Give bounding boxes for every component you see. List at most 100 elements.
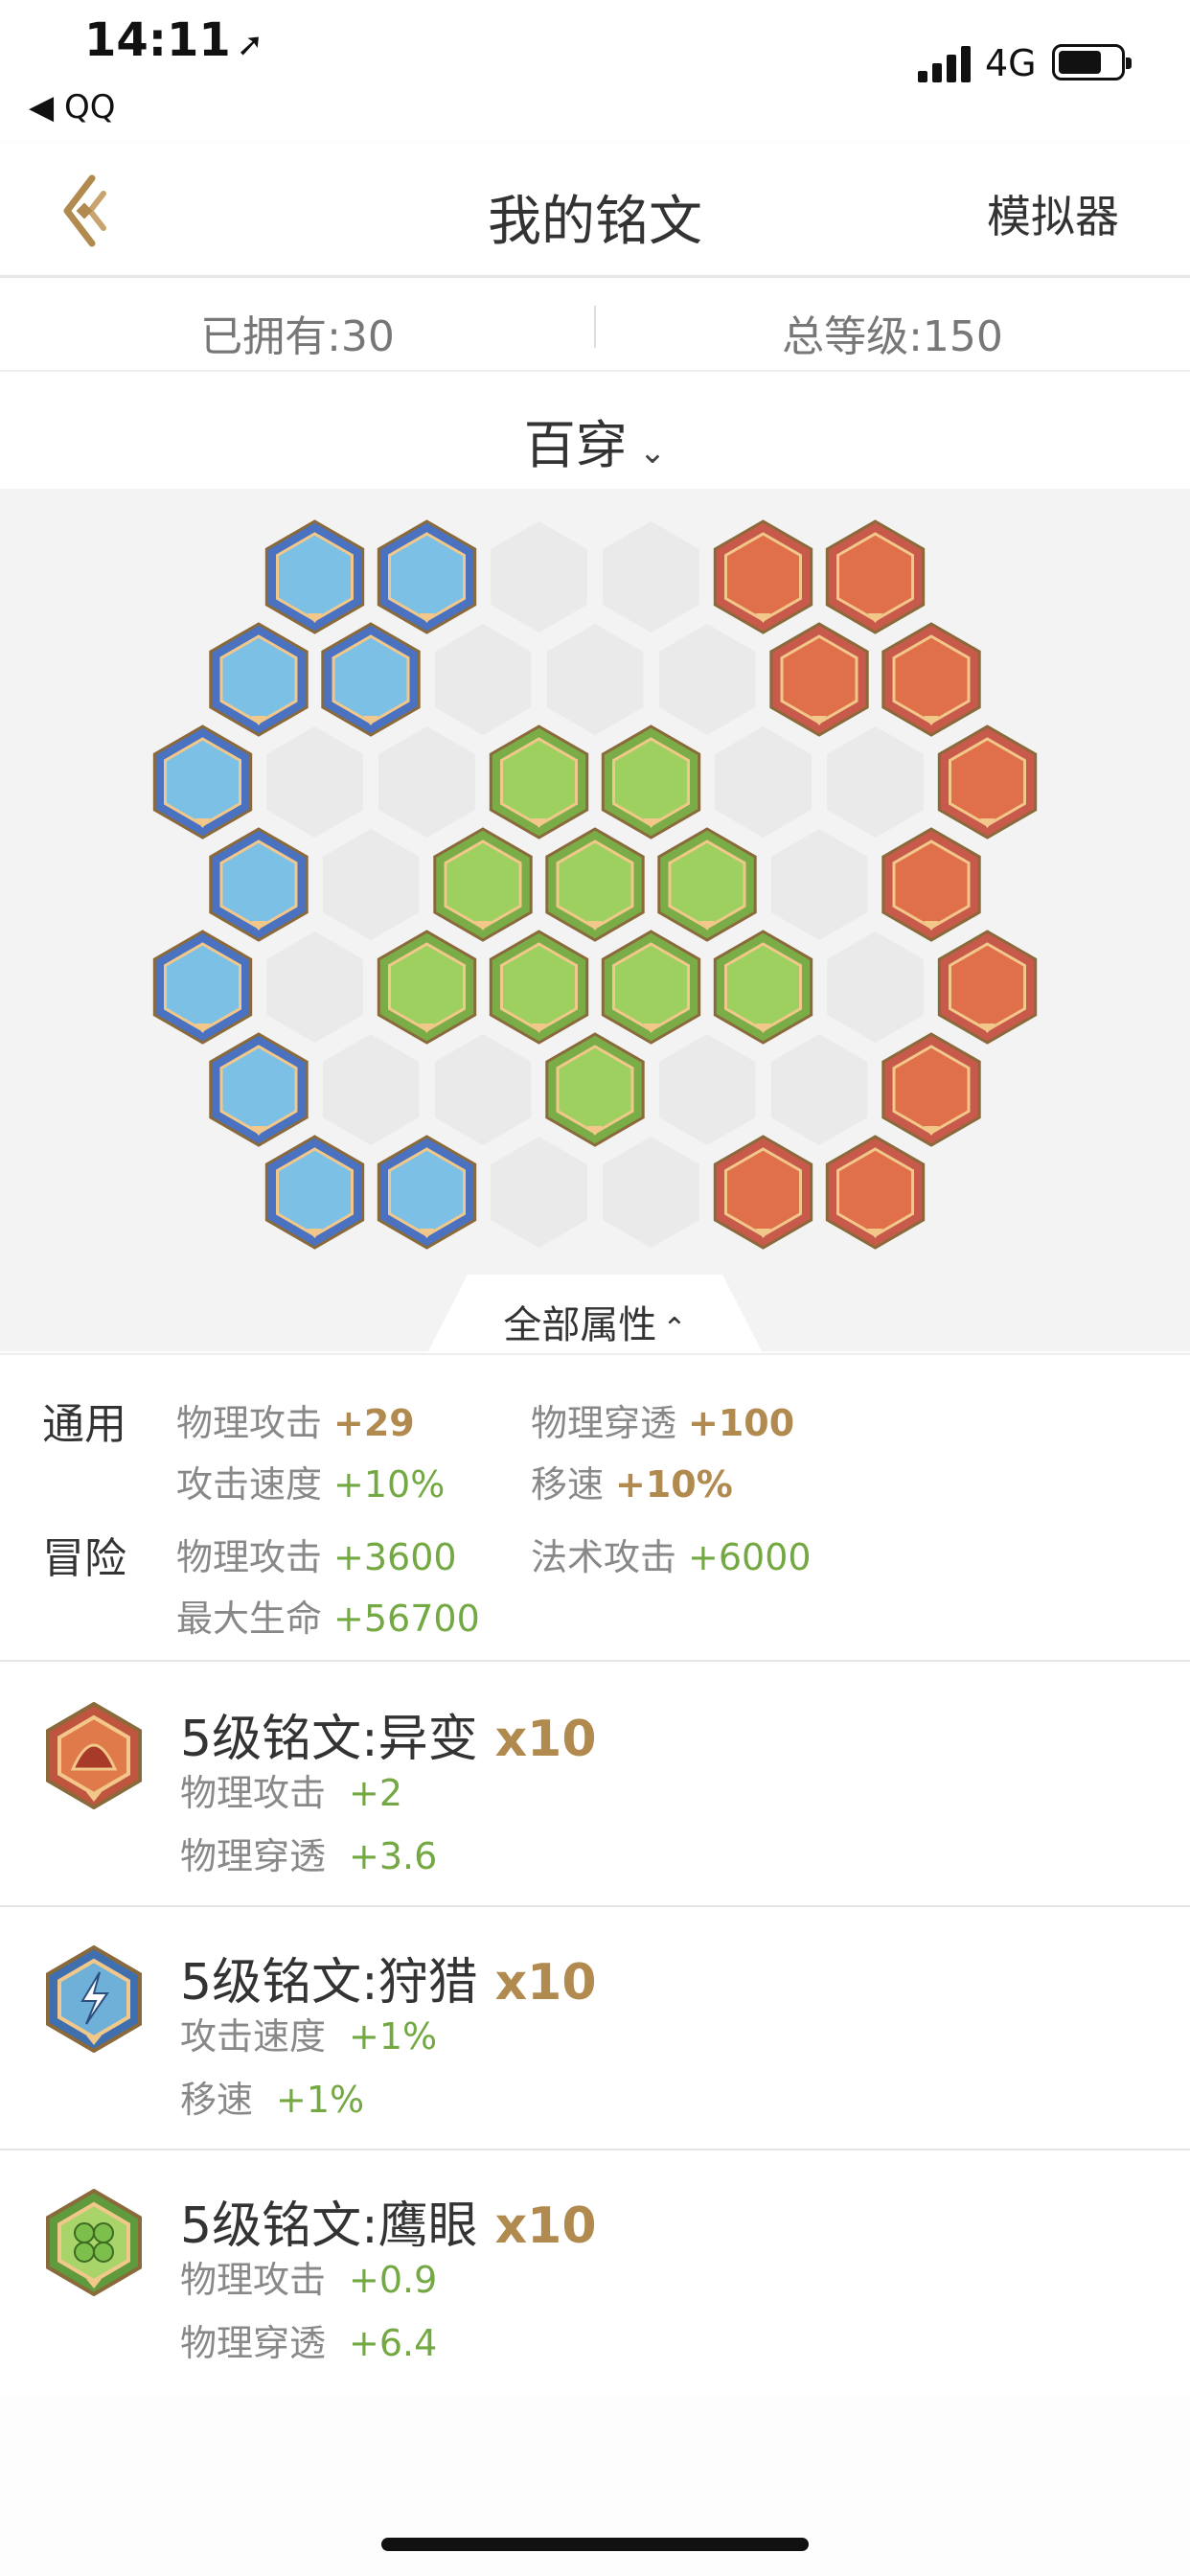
blue-rune-slot[interactable] xyxy=(209,1032,309,1147)
rune-title: 5级铭文:异变 x10 xyxy=(180,1698,597,1770)
preset-dropdown[interactable]: 百穿 ⌄ xyxy=(0,402,1190,478)
empty-rune-slot[interactable] xyxy=(827,932,924,1043)
attribute-name: 物理攻击 xyxy=(176,1536,323,1578)
empty-rune-slot[interactable] xyxy=(266,932,363,1043)
green-rune-slot[interactable] xyxy=(489,930,589,1045)
empty-rune-slot[interactable] xyxy=(378,726,475,838)
all-attributes-text: 全部属性 xyxy=(503,1303,657,1347)
blue-rune-slot[interactable] xyxy=(152,930,253,1045)
red-rune-slot[interactable] xyxy=(881,1032,981,1147)
empty-rune-slot[interactable] xyxy=(491,521,587,632)
rune-board xyxy=(0,489,1190,1351)
hex-slot-shape xyxy=(770,829,868,940)
red-rune-slot[interactable] xyxy=(825,519,926,634)
hex-slot-shape xyxy=(658,624,756,735)
category-general: 通用 xyxy=(42,1400,126,1449)
green-rune-slot[interactable] xyxy=(601,724,701,840)
green-rune-slot[interactable] xyxy=(489,724,589,840)
red-rune-slot[interactable] xyxy=(713,519,813,634)
empty-rune-slot[interactable] xyxy=(491,1137,587,1248)
green-rune-slot[interactable] xyxy=(601,930,701,1045)
green-rune-slot[interactable] xyxy=(657,827,757,942)
all-attributes-toggle[interactable]: 全部属性 ⌃ xyxy=(427,1275,763,1353)
empty-rune-slot[interactable] xyxy=(603,1137,699,1248)
green-rune-slot[interactable] xyxy=(377,930,477,1045)
rune-stat: 物理穿透 +6.4 xyxy=(180,2313,437,2366)
attribute-item: 物理穿透 +100 xyxy=(531,1393,794,1446)
green-rune-slot[interactable] xyxy=(713,930,813,1045)
rune-count: x10 xyxy=(494,1711,597,1768)
hex-slot-shape xyxy=(603,1137,699,1248)
empty-rune-slot[interactable] xyxy=(658,624,756,735)
rune-list-item[interactable]: 5级铭文:鹰眼 x10 物理攻击 +0.9 物理穿透 +6.4 xyxy=(0,2150,1190,2394)
empty-rune-slot[interactable] xyxy=(434,624,532,735)
empty-rune-slot[interactable] xyxy=(827,726,924,838)
blue-rune-slot[interactable] xyxy=(321,622,421,737)
double-chevron-down-icon: ⌄ xyxy=(638,433,667,472)
red-rune-slot[interactable] xyxy=(713,1135,813,1250)
blue-rune-slot[interactable] xyxy=(264,519,365,634)
red-rune-slot[interactable] xyxy=(881,827,981,942)
blue-rune-slot[interactable] xyxy=(377,1135,477,1250)
rune-stat-name: 物理穿透 xyxy=(180,1835,327,1877)
back-to-app-link[interactable]: ◀ QQ xyxy=(29,88,115,126)
red-rune-slot[interactable] xyxy=(769,622,869,737)
attribute-item: 物理攻击 +29 xyxy=(176,1393,415,1446)
attribute-item: 攻击速度 +10% xyxy=(176,1455,445,1507)
rune-stat-value: +6.4 xyxy=(349,2322,438,2364)
rune-list-item[interactable]: 5级铭文:异变 x10 物理攻击 +2 物理穿透 +3.6 xyxy=(0,1664,1190,1907)
blue-rune-slot[interactable] xyxy=(264,1135,365,1250)
empty-rune-slot[interactable] xyxy=(322,1034,420,1145)
red-rune-slot[interactable] xyxy=(825,1135,926,1250)
blue-rune-slot[interactable] xyxy=(209,622,309,737)
attribute-value: +29 xyxy=(333,1402,415,1444)
hex-slot-shape xyxy=(434,1034,532,1145)
hex-slot-shape xyxy=(434,624,532,735)
hex-slot-shape xyxy=(827,726,924,838)
empty-rune-slot[interactable] xyxy=(770,829,868,940)
preset-selector[interactable]: 百穿 ⌄ xyxy=(0,374,1190,489)
status-time: 14:11 ➚ xyxy=(84,13,263,67)
hex-slot-shape xyxy=(322,829,420,940)
summary-stats: 已拥有:30 总等级:150 xyxy=(0,281,1190,372)
clock-text: 14:11 xyxy=(84,13,231,67)
signal-icon xyxy=(918,44,973,82)
empty-rune-slot[interactable] xyxy=(658,1034,756,1145)
rune-stat: 攻击速度 +1% xyxy=(180,2007,437,2059)
empty-rune-slot[interactable] xyxy=(434,1034,532,1145)
red-rune-slot[interactable] xyxy=(881,622,981,737)
rune-count: x10 xyxy=(494,1954,597,2012)
hex-slot-shape xyxy=(491,521,587,632)
empty-rune-slot[interactable] xyxy=(603,521,699,632)
hex-slot-shape xyxy=(546,624,644,735)
empty-rune-slot[interactable] xyxy=(266,726,363,838)
red-rune-icon xyxy=(46,1702,142,1809)
attribute-name: 移速 xyxy=(531,1463,605,1506)
red-rune-slot[interactable] xyxy=(937,724,1038,840)
blue-rune-slot[interactable] xyxy=(377,519,477,634)
blue-rune-slot[interactable] xyxy=(209,827,309,942)
empty-rune-slot[interactable] xyxy=(715,726,812,838)
red-rune-slot[interactable] xyxy=(937,930,1038,1045)
green-rune-slot[interactable] xyxy=(433,827,533,942)
category-adventure: 冒险 xyxy=(42,1534,126,1583)
blue-rune-slot[interactable] xyxy=(152,724,253,840)
hex-slot-shape xyxy=(266,932,363,1043)
green-rune-slot[interactable] xyxy=(545,1032,645,1147)
rune-board-grid xyxy=(152,519,1038,1250)
hex-slot-shape xyxy=(715,726,812,838)
status-bar: 14:11 ➚ ◀ QQ 4G xyxy=(0,0,1190,139)
green-rune-slot[interactable] xyxy=(545,827,645,942)
hex-slot-shape xyxy=(603,521,699,632)
preset-name: 百穿 xyxy=(523,415,628,475)
hex-slot-shape xyxy=(658,1034,756,1145)
empty-rune-slot[interactable] xyxy=(322,829,420,940)
empty-rune-slot[interactable] xyxy=(770,1034,868,1145)
hex-slot-shape xyxy=(322,1034,420,1145)
attribute-item: 法术攻击 +6000 xyxy=(531,1528,812,1580)
empty-rune-slot[interactable] xyxy=(546,624,644,735)
rune-list-item[interactable]: 5级铭文:狩猎 x10 攻击速度 +1% 移速 +1% xyxy=(0,1907,1190,2150)
simulator-button[interactable]: 模拟器 xyxy=(987,182,1119,245)
home-indicator xyxy=(381,2538,809,2551)
attribute-value: +3600 xyxy=(333,1536,457,1578)
